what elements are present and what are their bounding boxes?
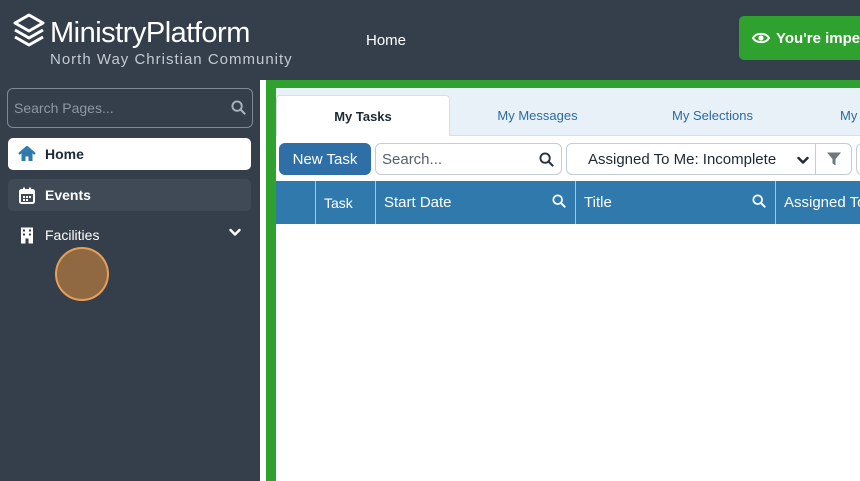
search-icon[interactable] (552, 194, 566, 208)
impersonation-banner[interactable]: You're impersonating (739, 16, 860, 60)
tasks-toolbar: New Task Assigned To Me: Incomplete (276, 136, 860, 181)
building-icon (18, 226, 36, 244)
ministryplatform-logo-icon (13, 13, 45, 47)
column-header-start-date[interactable]: Start Date (375, 181, 575, 224)
search-icon[interactable] (539, 152, 554, 167)
top-nav-home[interactable]: Home (366, 32, 406, 49)
top-bar: MinistryPlatform North Way Christian Com… (0, 0, 860, 80)
view-select[interactable]: Assigned To Me: Incomplete (566, 143, 816, 175)
tab-my-messages[interactable]: My Messages (450, 95, 625, 136)
tasks-widget: My Tasks My Messages My Selections My Ne… (276, 88, 860, 481)
chevron-down-icon (797, 156, 809, 164)
brand-logo[interactable]: MinistryPlatform (12, 13, 250, 53)
more-toolbar-button[interactable] (856, 143, 860, 175)
task-search-box (375, 143, 562, 175)
sidebar-item-facilities[interactable]: Facilities (8, 219, 251, 251)
sidebar-item-home[interactable]: Home (8, 138, 251, 170)
column-header-title[interactable]: Title (575, 181, 775, 224)
home-panel: My Tasks My Messages My Selections My Ne… (266, 80, 860, 481)
task-search-input[interactable] (382, 144, 532, 174)
column-label: Title (584, 194, 612, 211)
column-label: Task (324, 194, 353, 211)
view-select-value: Assigned To Me: Incomplete (588, 150, 777, 168)
search-icon[interactable] (752, 194, 766, 208)
column-label: Start Date (384, 194, 452, 211)
tab-bar: My Tasks My Messages My Selections My (276, 88, 860, 136)
new-task-button[interactable]: New Task (279, 143, 371, 175)
column-header-task[interactable]: Task (315, 181, 375, 224)
eye-icon (752, 32, 770, 44)
tab-my-tasks[interactable]: My Tasks (276, 95, 450, 136)
filter-button[interactable] (816, 143, 852, 175)
tab-my-selections[interactable]: My Selections (625, 95, 800, 136)
column-label: Assigned To (784, 194, 860, 211)
search-icon[interactable] (231, 100, 246, 115)
home-icon (18, 145, 36, 163)
impersonation-text: You're impersonating (776, 29, 860, 47)
sidebar-item-label: Events (45, 187, 91, 203)
table-header: Task Start Date Title Assigned To (276, 181, 860, 224)
column-select[interactable] (276, 181, 315, 224)
click-indicator (55, 247, 109, 301)
search-pages-box (7, 88, 253, 128)
organization-name: North Way Christian Community (50, 51, 293, 68)
filter-icon (826, 152, 841, 166)
calendar-icon (18, 186, 36, 204)
brand-name: MinistryPlatform (50, 17, 250, 49)
sidebar-item-label: Facilities (45, 227, 100, 243)
sidebar-item-label: Home (45, 146, 84, 162)
search-pages-input[interactable] (14, 89, 229, 127)
sidebar: Home Events (0, 80, 260, 481)
tab-more[interactable]: My (800, 95, 860, 136)
column-header-assigned-to[interactable]: Assigned To (775, 181, 860, 224)
sidebar-item-events[interactable]: Events (8, 179, 251, 211)
chevron-down-icon[interactable] (229, 228, 241, 237)
